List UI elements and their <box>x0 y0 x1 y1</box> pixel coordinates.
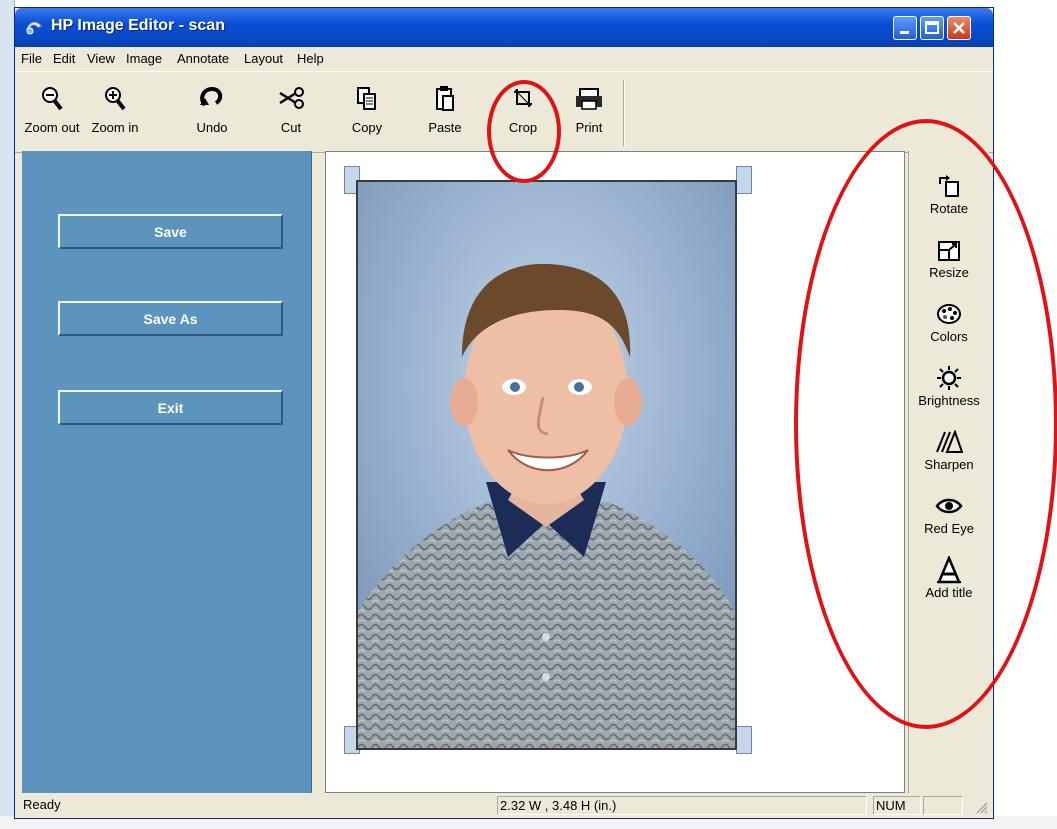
zoom-out-button[interactable]: Zoom out <box>21 82 83 144</box>
eye-icon <box>935 498 963 514</box>
crop-label: Crop <box>508 120 538 135</box>
undo-icon <box>200 86 223 107</box>
resize-icon <box>938 241 960 261</box>
menu-view[interactable]: View <box>87 51 115 66</box>
image-dimensions: 2.32 W , 3.48 H (in.) <box>497 796 867 815</box>
menu-annotate[interactable]: Annotate <box>177 51 229 66</box>
crop-handle-top-right[interactable] <box>736 166 752 194</box>
minimize-button[interactable] <box>893 16 917 40</box>
app-icon <box>25 21 43 35</box>
print-button[interactable]: Print <box>567 82 611 144</box>
menu-edit[interactable]: Edit <box>53 51 75 66</box>
sun-icon <box>937 366 961 390</box>
toolbar-separator <box>623 80 625 146</box>
window-title: HP Image Editor - scan <box>51 17 225 34</box>
close-button[interactable] <box>947 16 971 40</box>
menu-bar: File Edit View Image Annotate Layout Hel… <box>15 47 993 69</box>
colors-label: Colors <box>930 329 968 344</box>
menu-layout[interactable]: Layout <box>244 51 283 66</box>
brightness-label: Brightness <box>918 393 980 408</box>
app-window: HP Image Editor - scan File Edit View Im… <box>14 7 994 819</box>
zoom-out-icon <box>42 87 63 111</box>
menu-help[interactable]: Help <box>297 51 324 66</box>
resize-tool[interactable]: Resize <box>909 235 989 280</box>
cut-label: Cut <box>280 120 302 135</box>
exit-button[interactable]: Exit <box>58 390 283 425</box>
sharpen-tool[interactable]: Sharpen <box>909 427 989 472</box>
zoom-out-label: Zoom out <box>24 120 80 135</box>
save-button[interactable]: Save <box>58 214 283 249</box>
sharpen-label: Sharpen <box>924 457 974 472</box>
resize-label: Resize <box>929 265 969 280</box>
title-bar[interactable]: HP Image Editor - scan <box>15 8 993 47</box>
paste-button[interactable]: Paste <box>421 82 469 144</box>
printer-icon <box>576 88 602 110</box>
undo-button[interactable]: Undo <box>189 82 235 144</box>
red-eye-label: Red Eye <box>924 521 974 536</box>
toolbar: Zoom out Zoom in Undo Cut Copy Paste Cro… <box>15 71 993 153</box>
colors-tool[interactable]: Colors <box>909 299 989 344</box>
print-label: Print <box>575 120 603 135</box>
zoom-in-button[interactable]: Zoom in <box>87 82 143 144</box>
cut-button[interactable]: Cut <box>269 82 313 144</box>
menu-image[interactable]: Image <box>126 51 162 66</box>
menu-file[interactable]: File <box>21 51 42 66</box>
paste-label: Paste <box>428 120 462 135</box>
paste-icon <box>436 86 454 111</box>
copy-icon <box>357 87 376 110</box>
left-panel: Save Save As Exit <box>22 151 312 793</box>
sharpen-icon <box>936 430 963 453</box>
crop-icon <box>514 89 532 107</box>
close-icon <box>953 22 965 34</box>
maximize-icon <box>925 21 939 34</box>
copy-button[interactable]: Copy <box>345 82 389 144</box>
background-window-edge <box>0 0 15 829</box>
brightness-tool[interactable]: Brightness <box>909 363 989 408</box>
add-title-label: Add title <box>925 585 973 600</box>
scissors-icon <box>279 87 304 109</box>
copy-label: Copy <box>351 120 383 135</box>
photo-image <box>356 180 737 750</box>
num-lock-indicator: NUM <box>873 796 921 815</box>
rotate-label: Rotate <box>929 201 969 216</box>
add-title-tool[interactable]: Add title <box>909 555 989 600</box>
text-a-icon <box>937 556 961 584</box>
status-pane-empty <box>923 796 963 815</box>
zoom-in-label: Zoom in <box>91 120 139 135</box>
zoom-in-icon <box>105 87 126 111</box>
resize-grip-icon[interactable] <box>973 799 989 815</box>
right-tool-panel: Rotate Resize Colors Brightness Sharpen … <box>908 151 989 793</box>
crop-button[interactable]: Crop <box>501 82 545 144</box>
image-canvas[interactable] <box>325 151 905 793</box>
crop-handle-bottom-right[interactable] <box>736 726 752 754</box>
save-as-button[interactable]: Save As <box>58 301 283 336</box>
red-eye-tool[interactable]: Red Eye <box>909 491 989 536</box>
maximize-button[interactable] <box>920 16 944 40</box>
rotate-icon <box>939 175 959 197</box>
status-bar: Ready 2.32 W , 3.48 H (in.) NUM <box>15 793 993 818</box>
boy-portrait-image <box>358 182 735 748</box>
rotate-tool[interactable]: Rotate <box>909 171 989 216</box>
status-text: Ready <box>23 797 61 812</box>
undo-label: Undo <box>196 120 228 135</box>
palette-icon <box>937 304 961 324</box>
minimize-icon <box>900 31 909 34</box>
